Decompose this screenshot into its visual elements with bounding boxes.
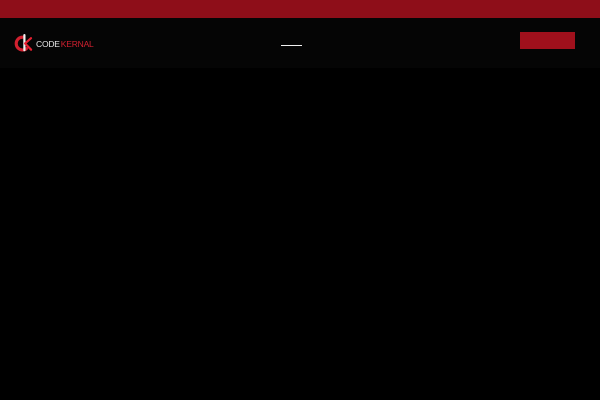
- top-color-strip: [0, 0, 600, 18]
- brand-logo-text: CODE KERNAL: [36, 38, 94, 49]
- header-cta-button[interactable]: [520, 32, 575, 49]
- menu-toggle-button[interactable]: [281, 43, 302, 46]
- hamburger-icon: [281, 44, 302, 46]
- brand-logo-word-code: CODE: [36, 38, 60, 49]
- brand-logo-word-kernal: KERNAL: [60, 38, 94, 49]
- page: CODE KERNAL: [0, 0, 600, 400]
- main-content-area: [0, 68, 600, 400]
- ck-monogram-icon: [14, 34, 33, 52]
- site-header: CODE KERNAL: [0, 18, 600, 68]
- brand-logo-link[interactable]: CODE KERNAL: [12, 32, 94, 54]
